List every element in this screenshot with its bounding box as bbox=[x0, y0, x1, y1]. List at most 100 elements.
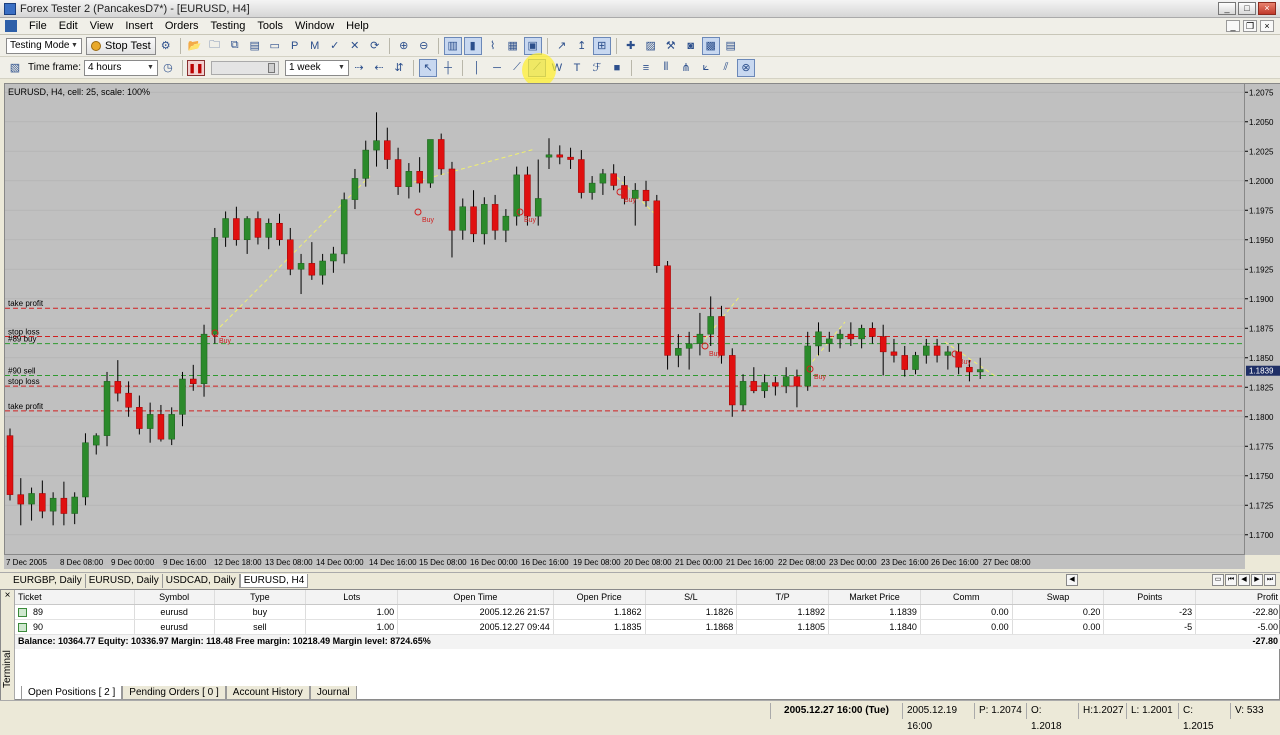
tab-open-positions[interactable]: Open Positions [ 2 ] bbox=[21, 686, 123, 700]
step-forward-icon[interactable]: ⇢ bbox=[350, 59, 368, 77]
color-icon[interactable]: ■ bbox=[608, 59, 626, 77]
fibo-retracement-icon[interactable]: ≡ bbox=[637, 59, 655, 77]
chart-tab-eurusd-h4[interactable]: EURUSD, H4 bbox=[239, 573, 309, 588]
market-icon[interactable]: M bbox=[306, 37, 324, 55]
speed-slider[interactable] bbox=[210, 60, 279, 75]
chart-window-icon[interactable]: ▧ bbox=[6, 59, 24, 77]
menu-help[interactable]: Help bbox=[340, 19, 375, 34]
data-center-icon[interactable]: ▤ bbox=[246, 37, 264, 55]
menu-file[interactable]: File bbox=[23, 19, 53, 34]
menu-window[interactable]: Window bbox=[289, 19, 340, 34]
save-project-icon[interactable]: 🗀 bbox=[206, 37, 224, 55]
col-symbol[interactable]: Symbol bbox=[135, 590, 215, 604]
volume-icon[interactable]: ▣ bbox=[523, 36, 542, 55]
menu-insert[interactable]: Insert bbox=[119, 19, 159, 34]
doc-close-button[interactable]: × bbox=[1260, 20, 1274, 32]
menu-edit[interactable]: Edit bbox=[53, 19, 84, 34]
col-type[interactable]: Type bbox=[215, 590, 307, 604]
menu-orders[interactable]: Orders bbox=[159, 19, 205, 34]
zoom-in-icon[interactable]: ⊕ bbox=[395, 37, 413, 55]
candle-chart-icon[interactable]: ▮ bbox=[463, 36, 482, 55]
text-icon[interactable]: T bbox=[568, 59, 586, 77]
cursor-icon[interactable]: ↖ bbox=[418, 58, 437, 77]
col-tp[interactable]: T/P bbox=[737, 590, 830, 604]
check-icon[interactable]: ✓ bbox=[326, 37, 344, 55]
statistics-icon[interactable]: ▩ bbox=[701, 36, 720, 55]
copy-icon[interactable]: ⧉ bbox=[226, 37, 244, 55]
report-icon[interactable]: ▤ bbox=[722, 37, 740, 55]
col-open-time[interactable]: Open Time bbox=[398, 590, 554, 604]
gann-fan-icon[interactable]: ⟀ bbox=[697, 59, 715, 77]
menu-testing[interactable]: Testing bbox=[205, 19, 252, 34]
templates-icon[interactable]: ▨ bbox=[642, 37, 660, 55]
chart-tab-eurgbp-daily[interactable]: EURGBP, Daily bbox=[10, 573, 86, 588]
vertical-line-icon[interactable]: │ bbox=[468, 59, 486, 77]
screenshot-icon[interactable]: ◙ bbox=[682, 37, 700, 55]
settings-icon[interactable]: ⚙ bbox=[157, 37, 175, 55]
scroll-bar-icon[interactable]: ▭ bbox=[1212, 574, 1224, 586]
bar-chart-icon[interactable]: ▥ bbox=[443, 36, 462, 55]
timeframe-select[interactable]: 4 hours ▼ bbox=[83, 59, 158, 76]
col-swap[interactable]: Swap bbox=[1013, 590, 1105, 604]
minimize-button[interactable]: _ bbox=[1218, 2, 1236, 15]
doc-minimize-button[interactable]: _ bbox=[1226, 20, 1240, 32]
step-icon[interactable]: ⇵ bbox=[390, 59, 408, 77]
fibonacci-icon[interactable]: ℱ bbox=[588, 59, 606, 77]
horizontal-line-icon[interactable]: ─ bbox=[488, 59, 506, 77]
col-comm[interactable]: Comm bbox=[921, 590, 1013, 604]
cross-icon[interactable]: ✕ bbox=[346, 37, 364, 55]
table-row[interactable]: 89 eurusd buy 1.00 2005.12.26 21:57 1.18… bbox=[15, 605, 1280, 620]
auto-scroll-icon[interactable]: ↗ bbox=[553, 37, 571, 55]
andrews-pitchfork-icon[interactable]: ⋔ bbox=[677, 59, 695, 77]
terminal-close-icon[interactable]: × bbox=[1, 590, 14, 602]
doc-restore-button[interactable]: ❐ bbox=[1243, 20, 1257, 32]
mode-select[interactable]: Testing Mode ▼ bbox=[6, 37, 82, 54]
candlestick-chart[interactable]: Buy Buy Buy Buy Buy Buy Buy EURUSD, H4, cell: … bbox=[5, 84, 1245, 555]
indicators-icon[interactable]: ✚ bbox=[622, 37, 640, 55]
crosshair-icon[interactable]: ┼ bbox=[439, 59, 457, 77]
chart-shift-icon[interactable]: ↥ bbox=[573, 37, 591, 55]
prev-icon[interactable]: ◀ bbox=[1238, 574, 1250, 586]
zoom-out-icon[interactable]: ⊖ bbox=[415, 37, 433, 55]
chart-canvas[interactable]: Buy Buy Buy Buy Buy Buy Buy EURUSD, H4, cell: … bbox=[4, 83, 1245, 555]
tab-account-history[interactable]: Account History bbox=[225, 686, 310, 700]
pause-button[interactable]: ❚❚ bbox=[186, 59, 205, 76]
strategy-icon[interactable]: ⚒ bbox=[662, 37, 680, 55]
col-profit[interactable]: Profit bbox=[1196, 590, 1280, 604]
price-axis[interactable]: 1.2075 1.2050 1.2025 1.2000 1.1975 1.1950 1.19… bbox=[1245, 83, 1280, 555]
refresh-icon[interactable]: ⟳ bbox=[366, 37, 384, 55]
col-market-price[interactable]: Market Price bbox=[829, 590, 921, 604]
clock-icon[interactable]: ◷ bbox=[159, 59, 177, 77]
col-open-price[interactable]: Open Price bbox=[554, 590, 646, 604]
last-icon[interactable]: ⏭ bbox=[1264, 574, 1276, 586]
menu-tools[interactable]: Tools bbox=[251, 19, 289, 34]
fibo-timezones-icon[interactable]: ⦀ bbox=[657, 59, 675, 77]
period-separator-icon[interactable]: ⊞ bbox=[592, 36, 611, 55]
col-points[interactable]: Points bbox=[1104, 590, 1197, 604]
col-ticket[interactable]: Ticket bbox=[15, 590, 135, 604]
channel-icon[interactable]: ⫽ bbox=[717, 59, 735, 77]
first-icon[interactable]: ⏮ bbox=[1225, 574, 1237, 586]
col-lots[interactable]: Lots bbox=[306, 590, 399, 604]
stop-test-button[interactable]: Stop Test bbox=[86, 36, 156, 55]
document-icon[interactable] bbox=[5, 20, 17, 32]
close-button[interactable]: × bbox=[1258, 2, 1276, 15]
table-row[interactable]: 90 eurusd sell 1.00 2005.12.27 09:44 1.1… bbox=[15, 620, 1280, 635]
tab-journal[interactable]: Journal bbox=[309, 686, 357, 700]
period-select[interactable]: 1 week ▼ bbox=[284, 59, 349, 76]
profile-icon[interactable]: P bbox=[286, 37, 304, 55]
chart-tab-usdcad-daily[interactable]: USDCAD, Daily bbox=[163, 573, 240, 588]
new-chart-icon[interactable]: ▭ bbox=[266, 37, 284, 55]
line-chart-icon[interactable]: ⌇ bbox=[484, 37, 502, 55]
col-sl[interactable]: S/L bbox=[646, 590, 738, 604]
delete-objects-icon[interactable]: ⊗ bbox=[736, 58, 755, 77]
grid-icon[interactable]: ▦ bbox=[504, 37, 522, 55]
step-back-icon[interactable]: ⇠ bbox=[370, 59, 388, 77]
maximize-button[interactable]: □ bbox=[1238, 2, 1256, 15]
speed-slider-knob[interactable] bbox=[267, 62, 275, 73]
scroll-left-icon[interactable]: ◀ bbox=[1066, 574, 1078, 586]
next-icon[interactable]: ▶ bbox=[1251, 574, 1263, 586]
tab-pending-orders[interactable]: Pending Orders [ 0 ] bbox=[122, 686, 226, 700]
open-project-icon[interactable]: 📂 bbox=[186, 37, 204, 55]
chart-tab-eurusd-daily[interactable]: EURUSD, Daily bbox=[86, 573, 163, 588]
